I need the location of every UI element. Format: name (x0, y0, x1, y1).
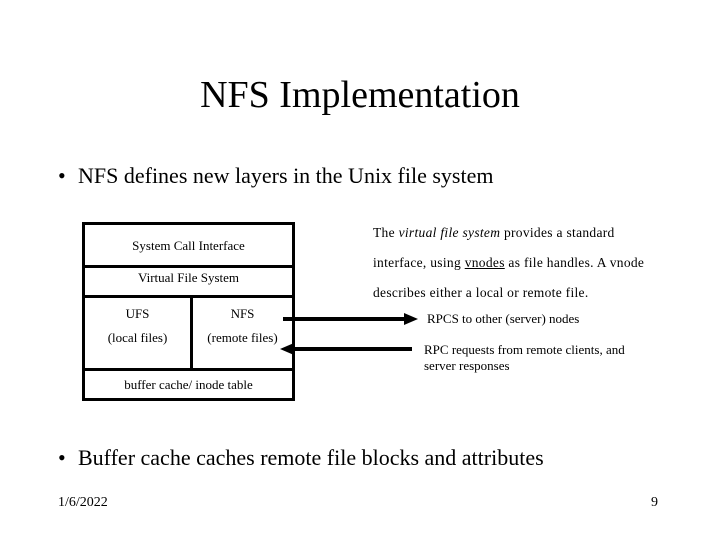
incoming-arrow-line (292, 347, 412, 351)
bullet-item: • Buffer cache caches remote file blocks … (58, 445, 544, 471)
outgoing-arrow-line (283, 317, 408, 321)
vfs-description: The virtual file system provides a stand… (373, 218, 644, 308)
description-line-1: The virtual file system provides a stand… (373, 218, 644, 248)
incoming-rpc-line1: RPC requests from remote clients, and (424, 342, 625, 357)
text: The (373, 225, 399, 240)
divider (85, 295, 292, 298)
layer-nfs-desc: (remote files) (207, 330, 278, 345)
bullet-icon: • (58, 445, 66, 470)
nfs-layer-diagram: System Call Interface Virtual File Syste… (82, 222, 295, 401)
bullet-icon: • (58, 163, 66, 188)
layer-nfs: NFS (230, 306, 255, 321)
text: interface, using (373, 255, 465, 270)
footer-date: 1/6/2022 (58, 495, 108, 510)
arrow-left-icon (280, 343, 294, 355)
incoming-rpc-label: RPC requests from remote clients, and se… (424, 342, 625, 374)
divider (85, 368, 292, 371)
layer-buffer-cache: buffer cache/ inode table (124, 377, 253, 392)
description-line-2: interface, using vnodes as file handles.… (373, 248, 644, 278)
divider (85, 265, 292, 268)
bullet-text: Buffer cache caches remote file blocks a… (78, 445, 544, 470)
arrow-right-icon (404, 313, 418, 325)
bullet-text: NFS defines new layers in the Unix file … (78, 163, 494, 188)
outgoing-rpc-label: RPCS to other (server) nodes (427, 311, 580, 326)
page-number: 9 (651, 495, 658, 510)
slide-title: NFS Implementation (200, 74, 520, 116)
layer-ufs-desc: (local files) (107, 330, 168, 345)
layer-ufs: UFS (125, 306, 150, 321)
incoming-rpc-line2: server responses (424, 358, 510, 373)
text: as file handles. A vnode (504, 255, 645, 270)
description-line-3: describes either a local or remote file. (373, 285, 589, 300)
underlined-term: vnodes (464, 255, 505, 270)
italic-term: virtual file system (398, 225, 501, 240)
layer-system-call-interface: System Call Interface (132, 238, 245, 253)
bullet-item: • NFS defines new layers in the Unix file… (58, 163, 494, 189)
text: provides a standard (500, 225, 615, 240)
layer-virtual-file-system: Virtual File System (137, 270, 240, 285)
